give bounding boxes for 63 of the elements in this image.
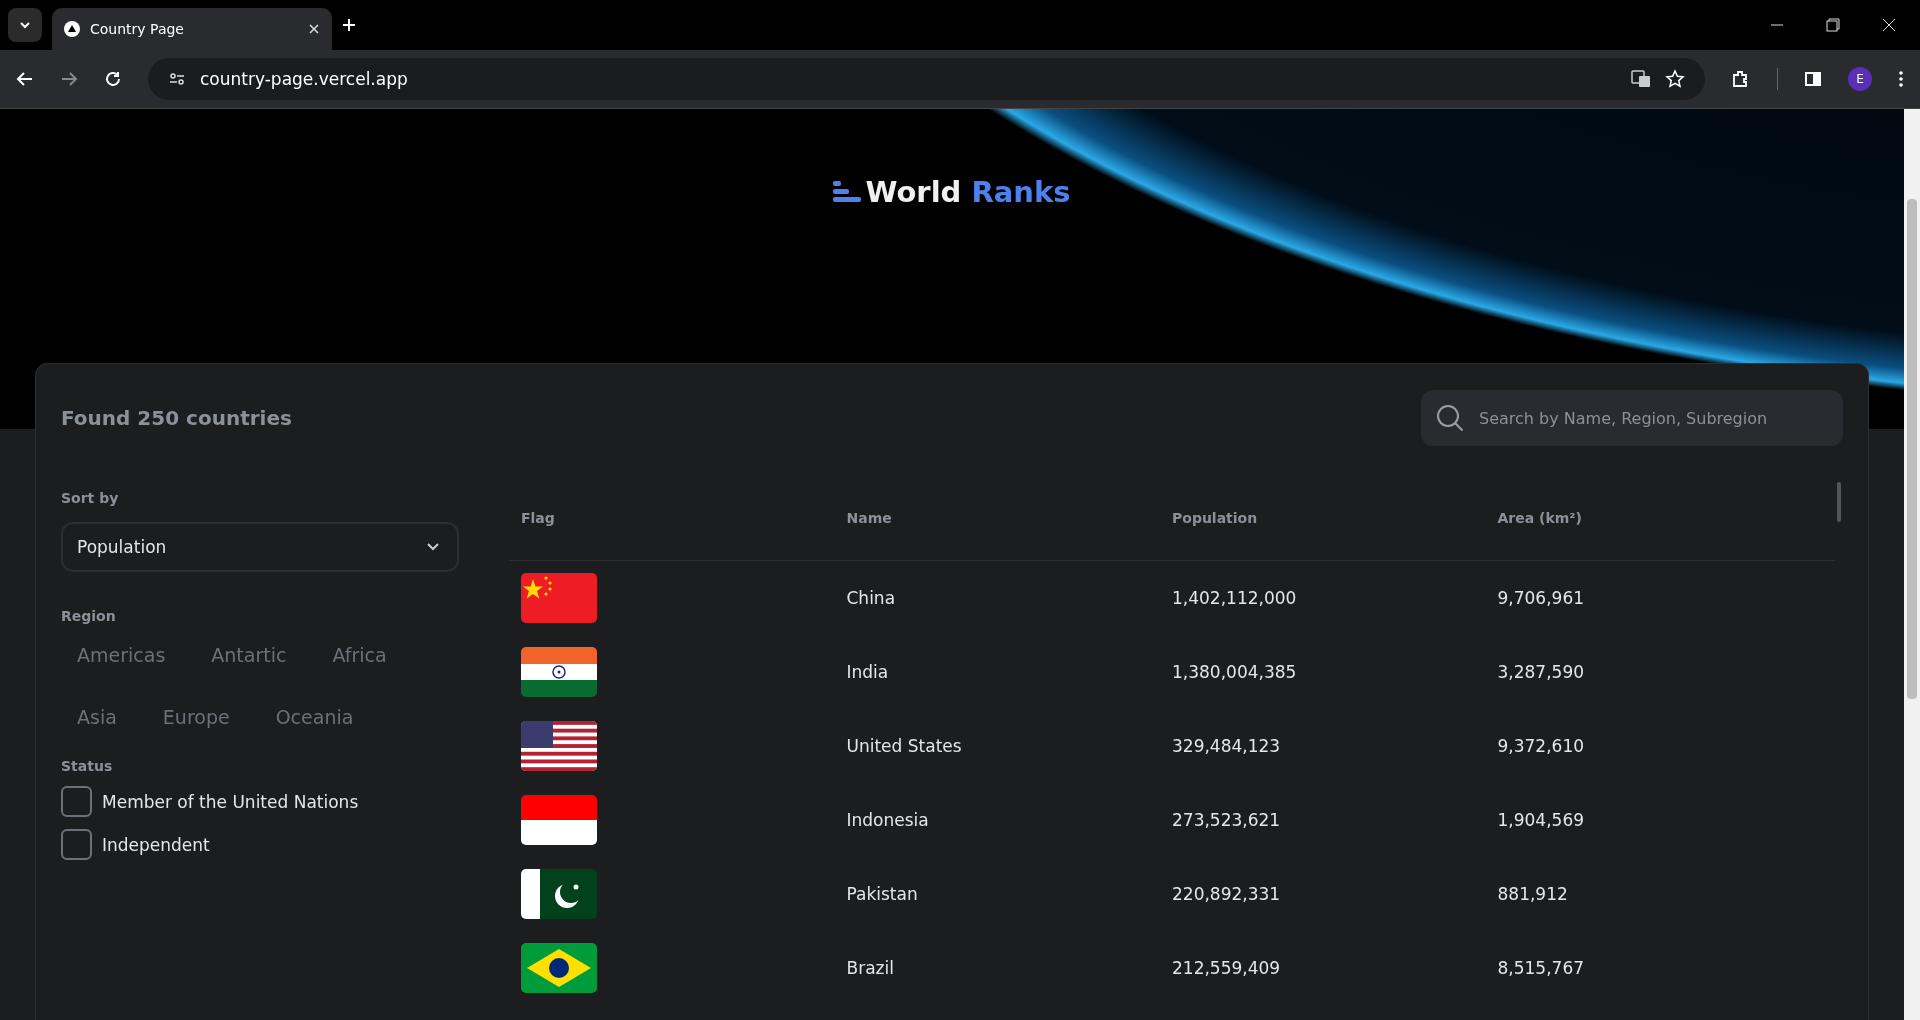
flag-icon [521,573,597,623]
area-value: 9,372,610 [1497,736,1586,756]
tab-list-button[interactable] [8,8,42,42]
sort-label: Sort by [61,490,120,506]
checkbox-label[interactable]: Independent [102,834,210,855]
results-count: Found 250 countries [61,406,292,430]
more-icon[interactable] [1898,70,1904,88]
column-header: Name [846,510,893,526]
area-value: 8,515,767 [1497,958,1586,978]
flag-icon [521,647,597,697]
flag-icon [521,869,597,919]
flag-icon [521,943,597,993]
population-value: 212,559,409 [1172,958,1282,978]
bars-logo-icon [833,181,862,203]
plus-icon[interactable] [342,18,356,32]
area-value: 9,706,961 [1497,588,1586,608]
column-header: Flag [521,510,556,526]
flag-icon [521,721,597,771]
logo-text: World Ranks [865,175,1071,209]
population-value: 220,892,331 [1172,884,1282,904]
population-value: 273,523,621 [1172,810,1282,830]
population-value: 329,484,123 [1172,736,1282,756]
url-text: country-page.vercel.app [200,69,408,89]
country-name: India [846,662,890,682]
close-icon[interactable] [308,23,320,35]
country-name: China [846,588,897,608]
page-scrollbar-thumb[interactable] [1907,199,1917,699]
close-icon[interactable] [1882,18,1896,32]
area-value: 3,287,590 [1497,662,1586,682]
country-name: Pakistan [846,884,919,904]
back-icon[interactable] [16,70,34,88]
checkbox-label[interactable]: Member of the United Nations [102,791,359,812]
column-header: Population [1172,510,1259,526]
search-field[interactable]: Search by Name, Region, Subregion [1421,390,1843,446]
status-label: Status [61,758,114,774]
side-panel-icon[interactable] [1804,70,1822,88]
population-value: 1,380,004,385 [1172,662,1298,682]
search-icon [1435,403,1465,433]
checkbox[interactable] [61,786,92,817]
translate-icon[interactable] [1631,69,1651,89]
tab-title: Country Page [90,21,185,37]
flag-icon [521,795,597,845]
country-name: Indonesia [846,810,930,830]
forward-icon[interactable] [60,70,78,88]
checkbox[interactable] [61,829,92,860]
area-value: 1,904,569 [1497,810,1586,830]
browser-tab[interactable]: Country Page [52,8,332,50]
country-name: Brazil [846,958,895,978]
restore-icon[interactable] [1826,18,1840,32]
scrollbar-thumb[interactable] [1837,482,1841,522]
region-label: Region [61,608,117,624]
address-bar[interactable]: country-page.vercel.app [148,58,1705,100]
area-value: 881,912 [1497,884,1569,904]
chevron-down-icon [427,543,439,551]
star-icon[interactable] [1665,69,1685,89]
site-settings-icon[interactable] [168,70,186,88]
reload-icon[interactable] [104,70,122,88]
chevron-down-icon [19,19,31,31]
sort-dropdown[interactable]: Population [61,522,459,572]
country-name: United States [846,736,963,756]
population-value: 1,402,112,000 [1172,588,1298,608]
column-header: Area (km²) [1497,510,1583,526]
profile-avatar[interactable]: E [1848,67,1872,91]
